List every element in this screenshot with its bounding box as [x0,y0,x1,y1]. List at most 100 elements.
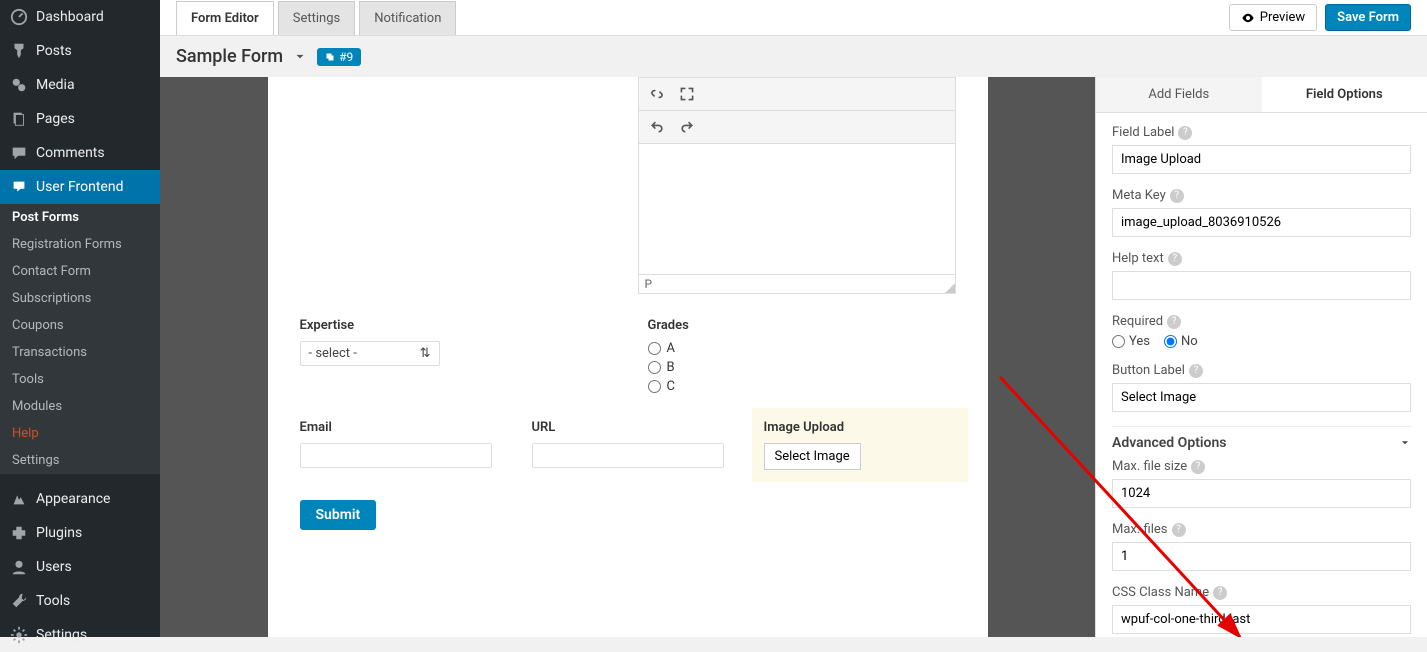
help-icon[interactable]: ? [1170,189,1184,203]
opt-field-label: Field Label? [1112,125,1411,174]
tab-add-fields[interactable]: Add Fields [1096,77,1262,112]
help-icon[interactable]: ? [1189,364,1203,378]
sidebar-item-dashboard[interactable]: Dashboard [0,0,160,34]
sidebar-item-posts[interactable]: Posts [0,34,160,68]
tab-settings[interactable]: Settings [278,1,355,35]
select-image-button[interactable]: Select Image [764,443,861,470]
sidebar-item-tools[interactable]: Tools [0,584,160,618]
sidebar-sub-tools[interactable]: Tools [0,366,160,393]
users-icon [10,558,28,576]
sidebar-item-media[interactable]: Media [0,68,160,102]
grade-a-label: A [667,341,675,356]
email-input[interactable] [300,443,492,468]
submit-button[interactable]: Submit [300,500,377,530]
url-input[interactable] [532,443,724,468]
sidebar-label: Comments [36,145,105,161]
preview-button[interactable]: Preview [1229,4,1317,31]
sidebar-item-plugins[interactable]: Plugins [0,516,160,550]
editor-toolbar [639,78,955,111]
chevron-down-icon[interactable] [293,50,307,64]
sidebar-label: Users [36,559,72,575]
field-email[interactable]: Email [300,420,492,470]
fullscreen-icon[interactable] [677,84,697,104]
sidebar-item-user-frontend[interactable]: User Frontend [0,170,160,204]
field-expertise[interactable]: Expertise - select -⇅ [300,318,608,398]
max-size-lbl: Max. file size [1112,459,1187,474]
radio-b[interactable] [648,361,661,374]
help-icon[interactable]: ? [1191,460,1205,474]
required-no[interactable]: No [1164,334,1198,349]
top-tabs: Form Editor Settings Notification [176,1,460,35]
redo-icon[interactable] [677,117,697,137]
form-id-badge[interactable]: #9 [317,48,361,66]
settings-icon [10,626,28,644]
grade-b-label: B [667,360,675,375]
sidebar-label: User Frontend [36,179,123,195]
meta-key-input[interactable] [1112,208,1411,237]
preview-label: Preview [1260,10,1305,25]
radio-a[interactable] [648,342,661,355]
sidebar-sub-post-forms[interactable]: Post Forms [0,204,160,231]
expertise-select[interactable]: - select -⇅ [300,341,440,366]
sidebar-sub-settings[interactable]: Settings [0,447,160,474]
help-icon[interactable]: ? [1168,252,1182,266]
sidebar-label: Plugins [36,525,82,541]
help-text-input[interactable] [1112,271,1411,300]
sidebar-sub-help[interactable]: Help [0,420,160,447]
sidebar-sub-registration-forms[interactable]: Registration Forms [0,231,160,258]
field-grades[interactable]: Grades A B C [648,318,956,398]
sidebar-item-appearance[interactable]: Appearance [0,482,160,516]
max-files-input[interactable] [1112,542,1411,571]
help-icon[interactable]: ? [1167,315,1181,329]
tab-form-editor[interactable]: Form Editor [176,1,274,35]
unlink-icon[interactable] [647,84,667,104]
field-label-input[interactable] [1112,145,1411,174]
help-icon[interactable]: ? [1172,523,1186,537]
advanced-options-toggle[interactable]: Advanced Options [1112,426,1411,459]
sidebar-sub-coupons[interactable]: Coupons [0,312,160,339]
tools-icon [10,592,28,610]
css-class-input[interactable] [1112,605,1411,634]
opt-css-class: CSS Class Name? [1112,585,1411,634]
required-yes[interactable]: Yes [1112,334,1150,349]
help-icon[interactable]: ? [1213,586,1227,600]
opt-max-size: Max. file size? [1112,459,1411,508]
field-image-upload[interactable]: Image Upload Select Image [752,408,968,482]
image-upload-label: Image Upload [764,420,956,435]
sidebar-sub-contact-form[interactable]: Contact Form [0,258,160,285]
undo-icon[interactable] [647,117,667,137]
radio-yes[interactable] [1112,335,1125,348]
tab-field-options[interactable]: Field Options [1262,77,1427,112]
titlebar: Sample Form #9 [160,36,1427,77]
max-files-lbl: Max. files [1112,522,1168,537]
appearance-icon [10,490,28,508]
max-size-input[interactable] [1112,479,1411,508]
resize-grip-icon[interactable] [945,283,955,293]
topbar: Form Editor Settings Notification Previe… [160,0,1427,36]
sidebar-sub-transactions[interactable]: Transactions [0,339,160,366]
sidebar-sub-modules[interactable]: Modules [0,393,160,420]
editor-body[interactable] [639,144,955,274]
field-url[interactable]: URL [532,420,724,470]
grade-option-b[interactable]: B [648,360,956,375]
radio-no[interactable] [1164,335,1177,348]
sidebar-item-pages[interactable]: Pages [0,102,160,136]
sidebar-item-users[interactable]: Users [0,550,160,584]
editor-footer: P [639,274,955,293]
page-icon [10,110,28,128]
grade-option-c[interactable]: C [648,379,956,394]
grade-option-a[interactable]: A [648,341,956,356]
tab-notification[interactable]: Notification [359,1,456,35]
save-form-button[interactable]: Save Form [1325,4,1411,31]
button-label-input[interactable] [1112,383,1411,412]
url-label: URL [532,420,724,435]
help-icon[interactable]: ? [1178,126,1192,140]
sidebar-sub-subscriptions[interactable]: Subscriptions [0,285,160,312]
sidebar-item-settings[interactable]: Settings [0,618,160,652]
editor-path: P [645,277,653,291]
expertise-label: Expertise [300,318,608,333]
radio-c[interactable] [648,380,661,393]
rich-editor[interactable]: P [638,77,956,294]
css-class-lbl: CSS Class Name [1112,585,1209,600]
sidebar-item-comments[interactable]: Comments [0,136,160,170]
